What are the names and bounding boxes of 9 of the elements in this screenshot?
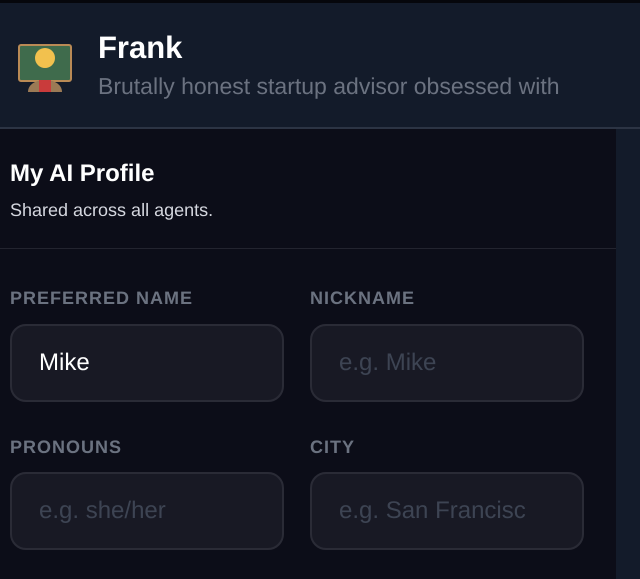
agent-name: Frank xyxy=(98,29,184,68)
section-title: My AI Profile xyxy=(10,159,156,189)
field-label: PREFERRED NAME xyxy=(10,287,194,310)
field-label: CITY xyxy=(310,436,356,458)
section-subtitle: Shared across all agents. xyxy=(10,199,214,222)
field-label: NICKNAME xyxy=(310,287,416,310)
agent-tagline: Brutally honest startup advisor obsessed with xyxy=(98,72,560,101)
input-field[interactable]: Mike xyxy=(10,324,284,402)
field-label: PRONOUNS xyxy=(10,436,124,458)
